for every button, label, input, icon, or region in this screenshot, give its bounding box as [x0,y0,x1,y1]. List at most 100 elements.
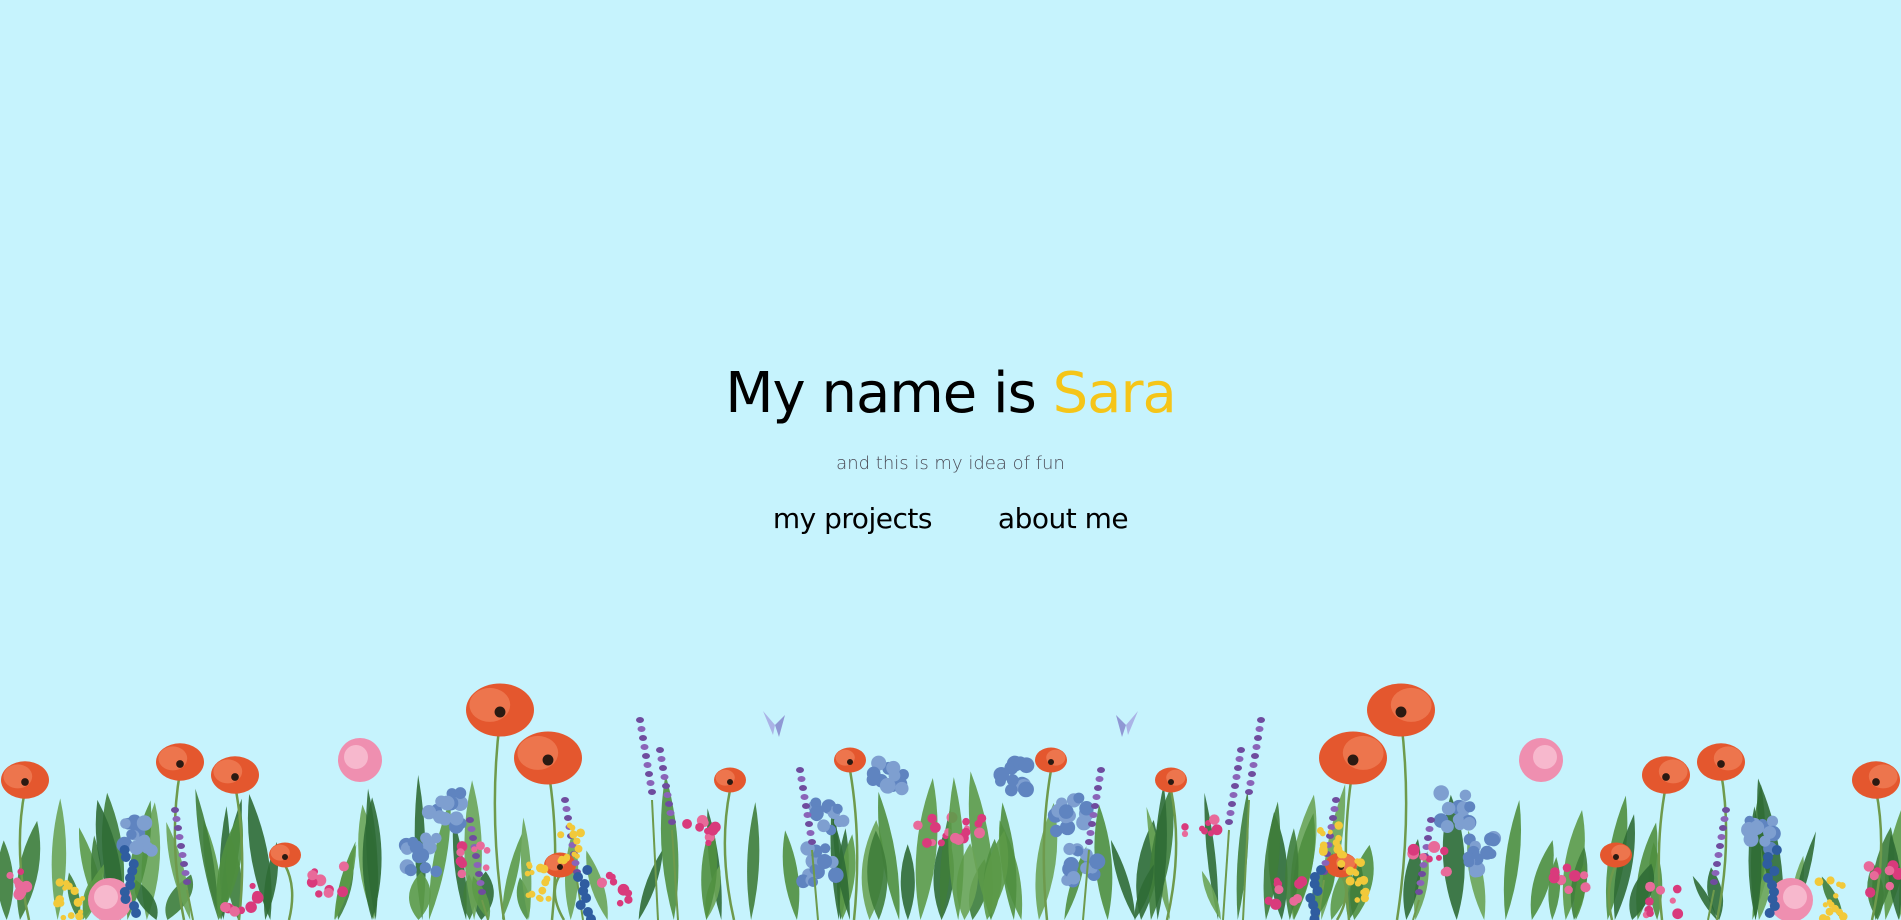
main-nav: my projects about me [0,502,1901,535]
hydrangea-floret [1741,821,1757,838]
lavender-bud [1232,774,1241,780]
yellow-floret [1327,829,1333,835]
lavender-bud [1714,852,1723,858]
magenta-floret [1419,853,1427,861]
lavender-bud [1085,839,1093,845]
blue-spike-floret [120,894,131,904]
magenta-floret [922,837,932,848]
hydrangea-floret [1073,792,1085,804]
magenta-floret [17,868,25,876]
poppy-center [557,864,563,870]
magenta-floret [953,834,964,845]
magenta-floret [307,870,318,881]
hydrangea-floret [895,781,909,796]
hydrangea-floret [1440,819,1454,834]
lavender-bud [1249,762,1258,768]
blue-spike-floret [575,900,586,910]
magenta-floret [1428,841,1441,853]
lavender-bud [467,826,476,832]
magenta-floret [929,822,941,833]
lavender-bud [666,810,675,816]
yellow-floret [62,885,68,891]
lavender-stem [1222,829,1230,920]
blue-spike-floret [1762,859,1773,869]
blue-spike-floret [1312,886,1323,896]
magenta-floret [962,817,970,826]
yellow-floret [526,861,532,868]
magenta-floret [1209,814,1220,825]
hydrangea-floret [129,840,144,855]
yellow-floret [1838,882,1846,889]
magenta-floret [457,869,467,879]
magenta-floret [1863,861,1875,872]
magenta-floret [6,871,14,880]
lavender-bud [1424,835,1432,841]
hydrangea-floret [1058,804,1074,819]
magenta-floret [456,848,465,857]
poppy-petal-highlight [1342,735,1384,770]
magenta-floret [616,899,624,907]
poppy-center [231,773,239,781]
lavender-bud [657,756,666,762]
lavender-bud [1226,810,1235,816]
poppy-center [1347,754,1359,766]
lavender-bud [808,839,816,845]
yellow-floret [1356,877,1364,884]
magenta-floret [1564,885,1573,895]
poppy-center [847,759,853,765]
yellow-floret [1822,902,1828,908]
magenta-floret [1440,846,1449,856]
lavender-bud [174,825,182,831]
lavender-bud [1321,860,1330,866]
lavender-bud [475,871,483,877]
magenta-floret [1672,884,1682,894]
magenta-floret [482,864,490,871]
yellow-floret [545,895,552,902]
lavender-bud [1245,789,1253,795]
about-me-link[interactable]: about me [998,502,1129,535]
hydrangea-floret [1063,856,1079,873]
lavender-bud [1097,767,1105,773]
poppy-petal-highlight [1390,687,1432,722]
magenta-floret [315,890,323,898]
lavender-bud [806,830,815,836]
flower-stem [553,874,566,920]
lavender-bud [1251,753,1259,759]
yellow-floret [538,886,547,895]
yellow-floret [1332,839,1340,847]
flower-stem [493,719,506,920]
hydrangea-floret [820,843,831,854]
magenta-floret [705,839,712,847]
lavender-bud [803,812,812,818]
hydrangea-floret [1766,815,1779,827]
magenta-floret [1580,882,1591,893]
yellow-floret [574,844,583,853]
yellow-floret [539,864,549,874]
magenta-floret [14,880,24,890]
lavender-bud [171,807,179,813]
tagline: and this is my idea of fun [836,453,1065,475]
my-projects-link[interactable]: my projects [773,502,933,535]
magenta-floret [1568,870,1581,882]
lavender-bud [646,780,655,786]
lavender-bud [1415,889,1423,895]
hydrangea-floret [1441,801,1456,816]
hydrangea-floret [1089,853,1106,870]
yellow-floret [525,892,532,898]
hydrangea-floret [1018,757,1035,774]
magenta-floret [220,902,231,913]
hydrangea-floret [454,787,467,800]
blue-spike-floret [582,865,593,875]
lavender-bud [1225,819,1233,825]
yellow-floret [1345,876,1355,886]
butterfly-wing [1116,715,1126,737]
lavender-bud [642,753,650,759]
lavender-bud [1095,776,1104,782]
magenta-floret [338,861,349,872]
leaf [335,844,357,920]
lavender-bud [564,815,572,821]
poppy-center [1613,854,1619,860]
lavender-bud [1246,780,1255,786]
lavender-bud [172,816,181,822]
hydrangea-floret [1763,825,1777,839]
